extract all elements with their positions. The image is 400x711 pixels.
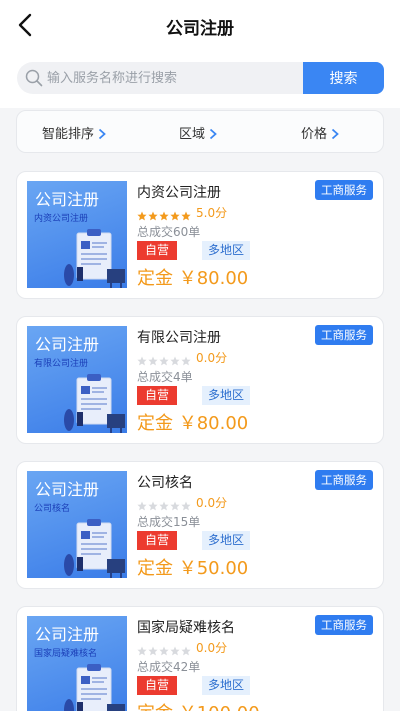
filter-region[interactable]: 区域 [179, 123, 217, 142]
rating-score: 0.0分 [196, 351, 228, 365]
page-title: 公司注册 [166, 19, 234, 39]
star-filled-icon [159, 211, 169, 221]
thumbnail-title: 公司注册 [35, 625, 100, 644]
star-empty-icon [170, 646, 180, 656]
thumbnail-title: 公司注册 [35, 190, 100, 209]
star-empty-icon [137, 646, 147, 656]
thumbnail-title: 公司注册 [35, 335, 100, 354]
filter-bar: 智能排序 区域 价格 [16, 110, 384, 153]
search-button[interactable]: 搜索 [303, 62, 384, 94]
category-badge: 工商服务 [315, 180, 373, 200]
category-badge: 工商服务 [315, 470, 373, 490]
deposit-price: 定金 ￥50.00 [137, 558, 249, 579]
product-title: 内资公司注册 [137, 185, 221, 201]
rating-score: 0.0分 [196, 641, 228, 655]
rating-stars [137, 641, 192, 656]
search-input[interactable] [47, 62, 297, 94]
star-empty-icon [148, 356, 158, 366]
product-card[interactable]: 公司注册 国家局疑难核名 国家局疑难核名 工商服务 0.0分 总成交42单 自营… [16, 606, 384, 711]
filter-sort-label: 智能排序 [42, 127, 95, 142]
rating-stars [137, 351, 192, 366]
star-empty-icon [137, 501, 147, 511]
product-card[interactable]: 公司注册 有限公司注册 有限公司注册 工商服务 0.0分 总成交4单 自营 多地… [16, 316, 384, 444]
thumbnail-subtitle: 内资公司注册 [34, 214, 89, 224]
star-filled-icon [148, 211, 158, 221]
star-filled-icon [137, 211, 147, 221]
deal-count: 总成交42单 [137, 660, 201, 674]
deposit-price: 定金 ￥80.00 [137, 413, 249, 434]
product-thumbnail: 公司注册 国家局疑难核名 [27, 616, 127, 711]
nav-bar: 公司注册 [0, 0, 400, 50]
product-title: 公司核名 [137, 475, 193, 491]
product-card[interactable]: 公司注册 公司核名 公司核名 工商服务 0.0分 总成交15单 自营 多地区 定… [16, 461, 384, 589]
rating-stars [137, 496, 192, 511]
deposit-price: 定金 ￥100.00 [137, 699, 260, 711]
star-empty-icon [170, 356, 180, 366]
filter-price-label: 价格 [301, 127, 328, 142]
product-card[interactable]: 公司注册 内资公司注册 内资公司注册 工商服务 5.0分 总成交60单 自营 多… [16, 171, 384, 299]
chevron-right-icon [331, 128, 339, 139]
star-empty-icon [137, 356, 147, 366]
region-badge: 多地区 [202, 676, 251, 695]
rating-stars [137, 206, 192, 221]
deal-count: 总成交60单 [137, 225, 201, 239]
clipboard-illustration-icon [64, 229, 125, 288]
product-title: 有限公司注册 [137, 330, 221, 346]
self-operated-badge: 自营 [137, 676, 178, 695]
region-badge: 多地区 [202, 241, 251, 260]
self-operated-badge: 自营 [137, 386, 178, 405]
search-area: 搜索 [0, 50, 400, 108]
thumbnail-subtitle: 有限公司注册 [34, 359, 89, 369]
product-title: 国家局疑难核名 [137, 620, 235, 636]
deal-count: 总成交15单 [137, 515, 201, 529]
star-empty-icon [181, 646, 191, 656]
category-badge: 工商服务 [315, 615, 373, 635]
self-operated-badge: 自营 [137, 241, 178, 260]
star-filled-icon [170, 211, 180, 221]
chevron-right-icon [98, 128, 106, 139]
star-empty-icon [181, 356, 191, 366]
star-empty-icon [181, 501, 191, 511]
clipboard-illustration-icon [64, 519, 125, 578]
clipboard-illustration-icon [64, 374, 125, 433]
thumbnail-subtitle: 国家局疑难核名 [34, 649, 98, 659]
star-empty-icon [148, 501, 158, 511]
category-badge: 工商服务 [315, 325, 373, 345]
rating-score: 0.0分 [196, 496, 228, 510]
deposit-price: 定金 ￥80.00 [137, 268, 249, 289]
filter-region-label: 区域 [179, 127, 206, 142]
deal-count: 总成交4单 [137, 370, 193, 384]
chevron-right-icon [209, 128, 217, 139]
clipboard-illustration-icon [64, 664, 125, 711]
star-empty-icon [159, 356, 169, 366]
filter-price[interactable]: 价格 [301, 123, 339, 142]
thumbnail-subtitle: 公司核名 [34, 504, 71, 514]
thumbnail-title: 公司注册 [35, 480, 100, 499]
star-filled-icon [181, 211, 191, 221]
filter-sort[interactable]: 智能排序 [42, 123, 106, 142]
region-badge: 多地区 [202, 531, 251, 550]
self-operated-badge: 自营 [137, 531, 178, 550]
product-thumbnail: 公司注册 内资公司注册 [27, 181, 127, 288]
rating-score: 5.0分 [196, 206, 228, 220]
star-empty-icon [159, 501, 169, 511]
search-icon [25, 69, 43, 87]
product-thumbnail: 公司注册 有限公司注册 [27, 326, 127, 433]
product-thumbnail: 公司注册 公司核名 [27, 471, 127, 578]
search-box[interactable] [17, 62, 303, 94]
region-badge: 多地区 [202, 386, 251, 405]
star-empty-icon [148, 646, 158, 656]
star-empty-icon [170, 501, 180, 511]
star-empty-icon [159, 646, 169, 656]
